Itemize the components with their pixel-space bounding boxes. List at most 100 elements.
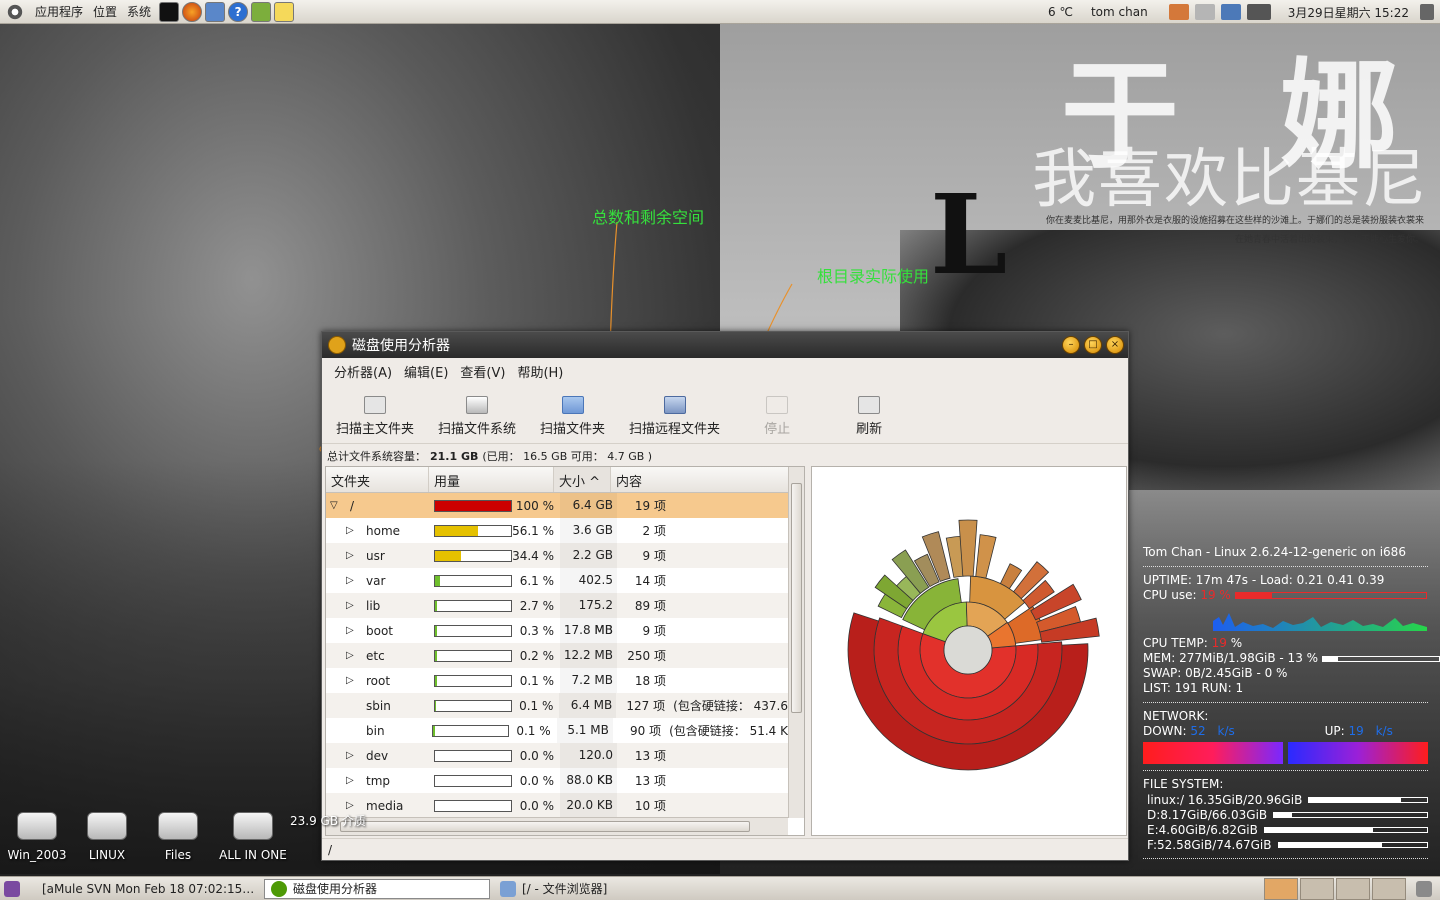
col-usage[interactable]: 用量: [429, 467, 554, 492]
menu-system[interactable]: 系统: [122, 3, 156, 20]
power-tray-icon[interactable]: [1420, 4, 1434, 20]
menu-analyzer[interactable]: 分析器(A): [328, 362, 398, 381]
workspace-4[interactable]: [1372, 877, 1406, 900]
scan-remote-button[interactable]: 扫描远程文件夹: [629, 396, 720, 437]
expander-icon[interactable]: ▷: [346, 550, 358, 561]
weather-temp[interactable]: 6 ℃: [1048, 5, 1073, 19]
row-name: usr: [366, 548, 385, 563]
workspace-3[interactable]: [1336, 877, 1370, 900]
col-size[interactable]: 大小 ^: [554, 467, 611, 492]
cpu-label: CPU use:: [1143, 588, 1197, 602]
menu-places[interactable]: 位置: [88, 3, 122, 20]
tree-row[interactable]: ▷ boot 0.3 % 17.8 MB 9 项: [326, 618, 788, 643]
stop-label: 停止: [764, 422, 791, 437]
editor-launcher-icon[interactable]: [205, 1, 226, 22]
tools-tray-icon[interactable]: [1168, 4, 1189, 20]
desktop-icon-linux[interactable]: LINUX: [72, 812, 142, 862]
col-contents[interactable]: 内容: [611, 467, 794, 492]
workspace-2[interactable]: [1300, 877, 1334, 900]
printer-tray-icon[interactable]: [1194, 4, 1215, 20]
up-value: 19: [1348, 724, 1364, 738]
row-items: 90 项: [629, 724, 662, 738]
expander-icon[interactable]: ▷: [346, 600, 358, 611]
ring-chart[interactable]: [812, 467, 1128, 837]
ubuntu-logo-icon[interactable]: [6, 2, 24, 21]
refresh-icon: [858, 396, 881, 414]
desktop-icon-files[interactable]: Files: [143, 812, 213, 862]
network-tray-icon[interactable]: [1220, 4, 1241, 20]
firefox-launcher-icon[interactable]: [182, 1, 203, 22]
tree-row[interactable]: ▷ dev 0.0 % 120.0 KB 13 项: [326, 743, 788, 787]
tree-row[interactable]: ▷ home 56.1 % 3.6 GB 2 项: [326, 518, 788, 543]
help-launcher-icon[interactable]: ?: [228, 1, 249, 22]
network-folder-icon: [663, 396, 686, 414]
scan-home-button[interactable]: 扫描主文件夹: [336, 396, 414, 437]
tree-row[interactable]: sbin 0.1 % 6.4 MB 127 项 (包含硬链接： 437.6: [326, 693, 788, 718]
volume-tray-icon[interactable]: [1246, 4, 1271, 20]
window-menu-icon[interactable]: [328, 336, 346, 354]
usage-bar-fill: [433, 725, 435, 736]
menu-applications[interactable]: 应用程序: [30, 3, 88, 20]
tree-hscrollbar[interactable]: [326, 817, 788, 835]
fs-bar-fill: [1309, 797, 1402, 802]
tree-row[interactable]: ▷ var 6.1 % 402.5 MB 14 项: [326, 568, 788, 612]
tree-row[interactable]: ▽/100 % 6.4 GB 19 项: [326, 493, 788, 518]
col-folder[interactable]: 文件夹: [326, 467, 429, 492]
ring-spike[interactable]: [975, 534, 997, 579]
tree-vscrollbar[interactable]: [788, 467, 804, 818]
user-name[interactable]: tom chan: [1091, 5, 1148, 19]
desktop-icon-allinone[interactable]: ALL IN ONE: [216, 812, 290, 862]
expander-icon[interactable]: ▽: [330, 500, 342, 511]
trash-icon[interactable]: [1416, 880, 1432, 897]
hscroll-thumb[interactable]: [340, 821, 750, 832]
tree-header: 文件夹 用量 大小 ^ 内容: [326, 467, 804, 493]
wallpaper-small-text-1: 你在麦麦比基尼，用那外衣是衣服的设施招募在这些样的沙滩上。于娜们的总是装扮服装衣…: [1045, 216, 1424, 226]
ring-chart-pane[interactable]: [811, 466, 1127, 836]
disk-analyzer-icon: [271, 880, 287, 897]
desktop-icon-win2003[interactable]: Win_2003: [2, 812, 72, 862]
minimize-button[interactable]: –: [1062, 336, 1080, 354]
notes-launcher-icon[interactable]: [274, 1, 295, 22]
expander-icon[interactable]: ▷: [346, 525, 358, 536]
expander-icon[interactable]: ▷: [346, 575, 358, 586]
tree-row[interactable]: ▷ lib 2.7 % 175.2 MB 89 项: [326, 593, 788, 637]
row-name-cell: ▷ home: [326, 524, 429, 538]
show-desktop-icon[interactable]: [4, 880, 20, 897]
task-amule[interactable]: [aMule SVN Mon Feb 18 07:02:15…: [30, 879, 260, 899]
row-percent: 56.1 %: [512, 523, 554, 538]
expander-icon[interactable]: ▷: [346, 750, 358, 761]
disk-usage-analyzer-window: 磁盘使用分析器 – □ × 分析器(A) 编辑(E) 查看(V) 帮助(H) 扫…: [321, 331, 1129, 861]
list-label: LIST:: [1143, 681, 1171, 695]
tree-row[interactable]: ▷ root 0.1 % 7.2 MB 18 项: [326, 668, 788, 693]
expander-icon[interactable]: ▷: [346, 800, 358, 811]
expander-icon[interactable]: ▷: [346, 775, 358, 786]
tree-row[interactable]: ▷ media 0.0 % 20.0 KB 10 项: [326, 793, 788, 818]
book-launcher-icon[interactable]: [251, 1, 272, 22]
expander-icon[interactable]: ▷: [346, 650, 358, 661]
tree-row[interactable]: ▷ usr 34.4 % 2.2 GB 9 项: [326, 543, 788, 568]
tree-row[interactable]: ▷ tmp 0.0 % 88.0 KB 13 项: [326, 768, 788, 793]
tree-row[interactable]: ▷ etc 0.2 % 12.2 MB 250 项: [326, 643, 788, 668]
tree-row[interactable]: bin 0.1 % 5.1 MB 90 项 (包含硬链接： 51.4 K: [326, 718, 788, 743]
workspace-1[interactable]: [1264, 877, 1298, 900]
vscroll-thumb[interactable]: [791, 483, 802, 713]
row-name-cell: ▷ etc: [326, 649, 429, 663]
conky-swap-line: SWAP: 0B/2.45GiB - 0 %: [1143, 666, 1428, 681]
ring-center[interactable]: [943, 625, 993, 675]
maximize-button[interactable]: □: [1084, 336, 1102, 354]
scan-folder-button[interactable]: 扫描文件夹: [540, 396, 605, 437]
window-titlebar[interactable]: 磁盘使用分析器 – □ ×: [322, 332, 1128, 358]
scan-filesystem-button[interactable]: 扫描文件系统: [438, 396, 516, 437]
stop-button[interactable]: 停止: [764, 396, 790, 437]
menu-help[interactable]: 帮助(H): [511, 362, 569, 381]
expander-icon[interactable]: ▷: [346, 675, 358, 686]
menu-view[interactable]: 查看(V): [454, 362, 511, 381]
task-file-browser[interactable]: [/ - 文件浏览器]: [494, 879, 724, 899]
close-button[interactable]: ×: [1106, 336, 1124, 354]
menu-edit[interactable]: 编辑(E): [398, 362, 454, 381]
expander-icon[interactable]: ▷: [346, 625, 358, 636]
terminal-launcher-icon[interactable]: [159, 1, 180, 22]
clock[interactable]: 3月29日星期六 15:22: [1288, 4, 1409, 21]
task-disk-analyzer[interactable]: 磁盘使用分析器: [264, 878, 490, 899]
refresh-button[interactable]: 刷新: [856, 396, 882, 437]
